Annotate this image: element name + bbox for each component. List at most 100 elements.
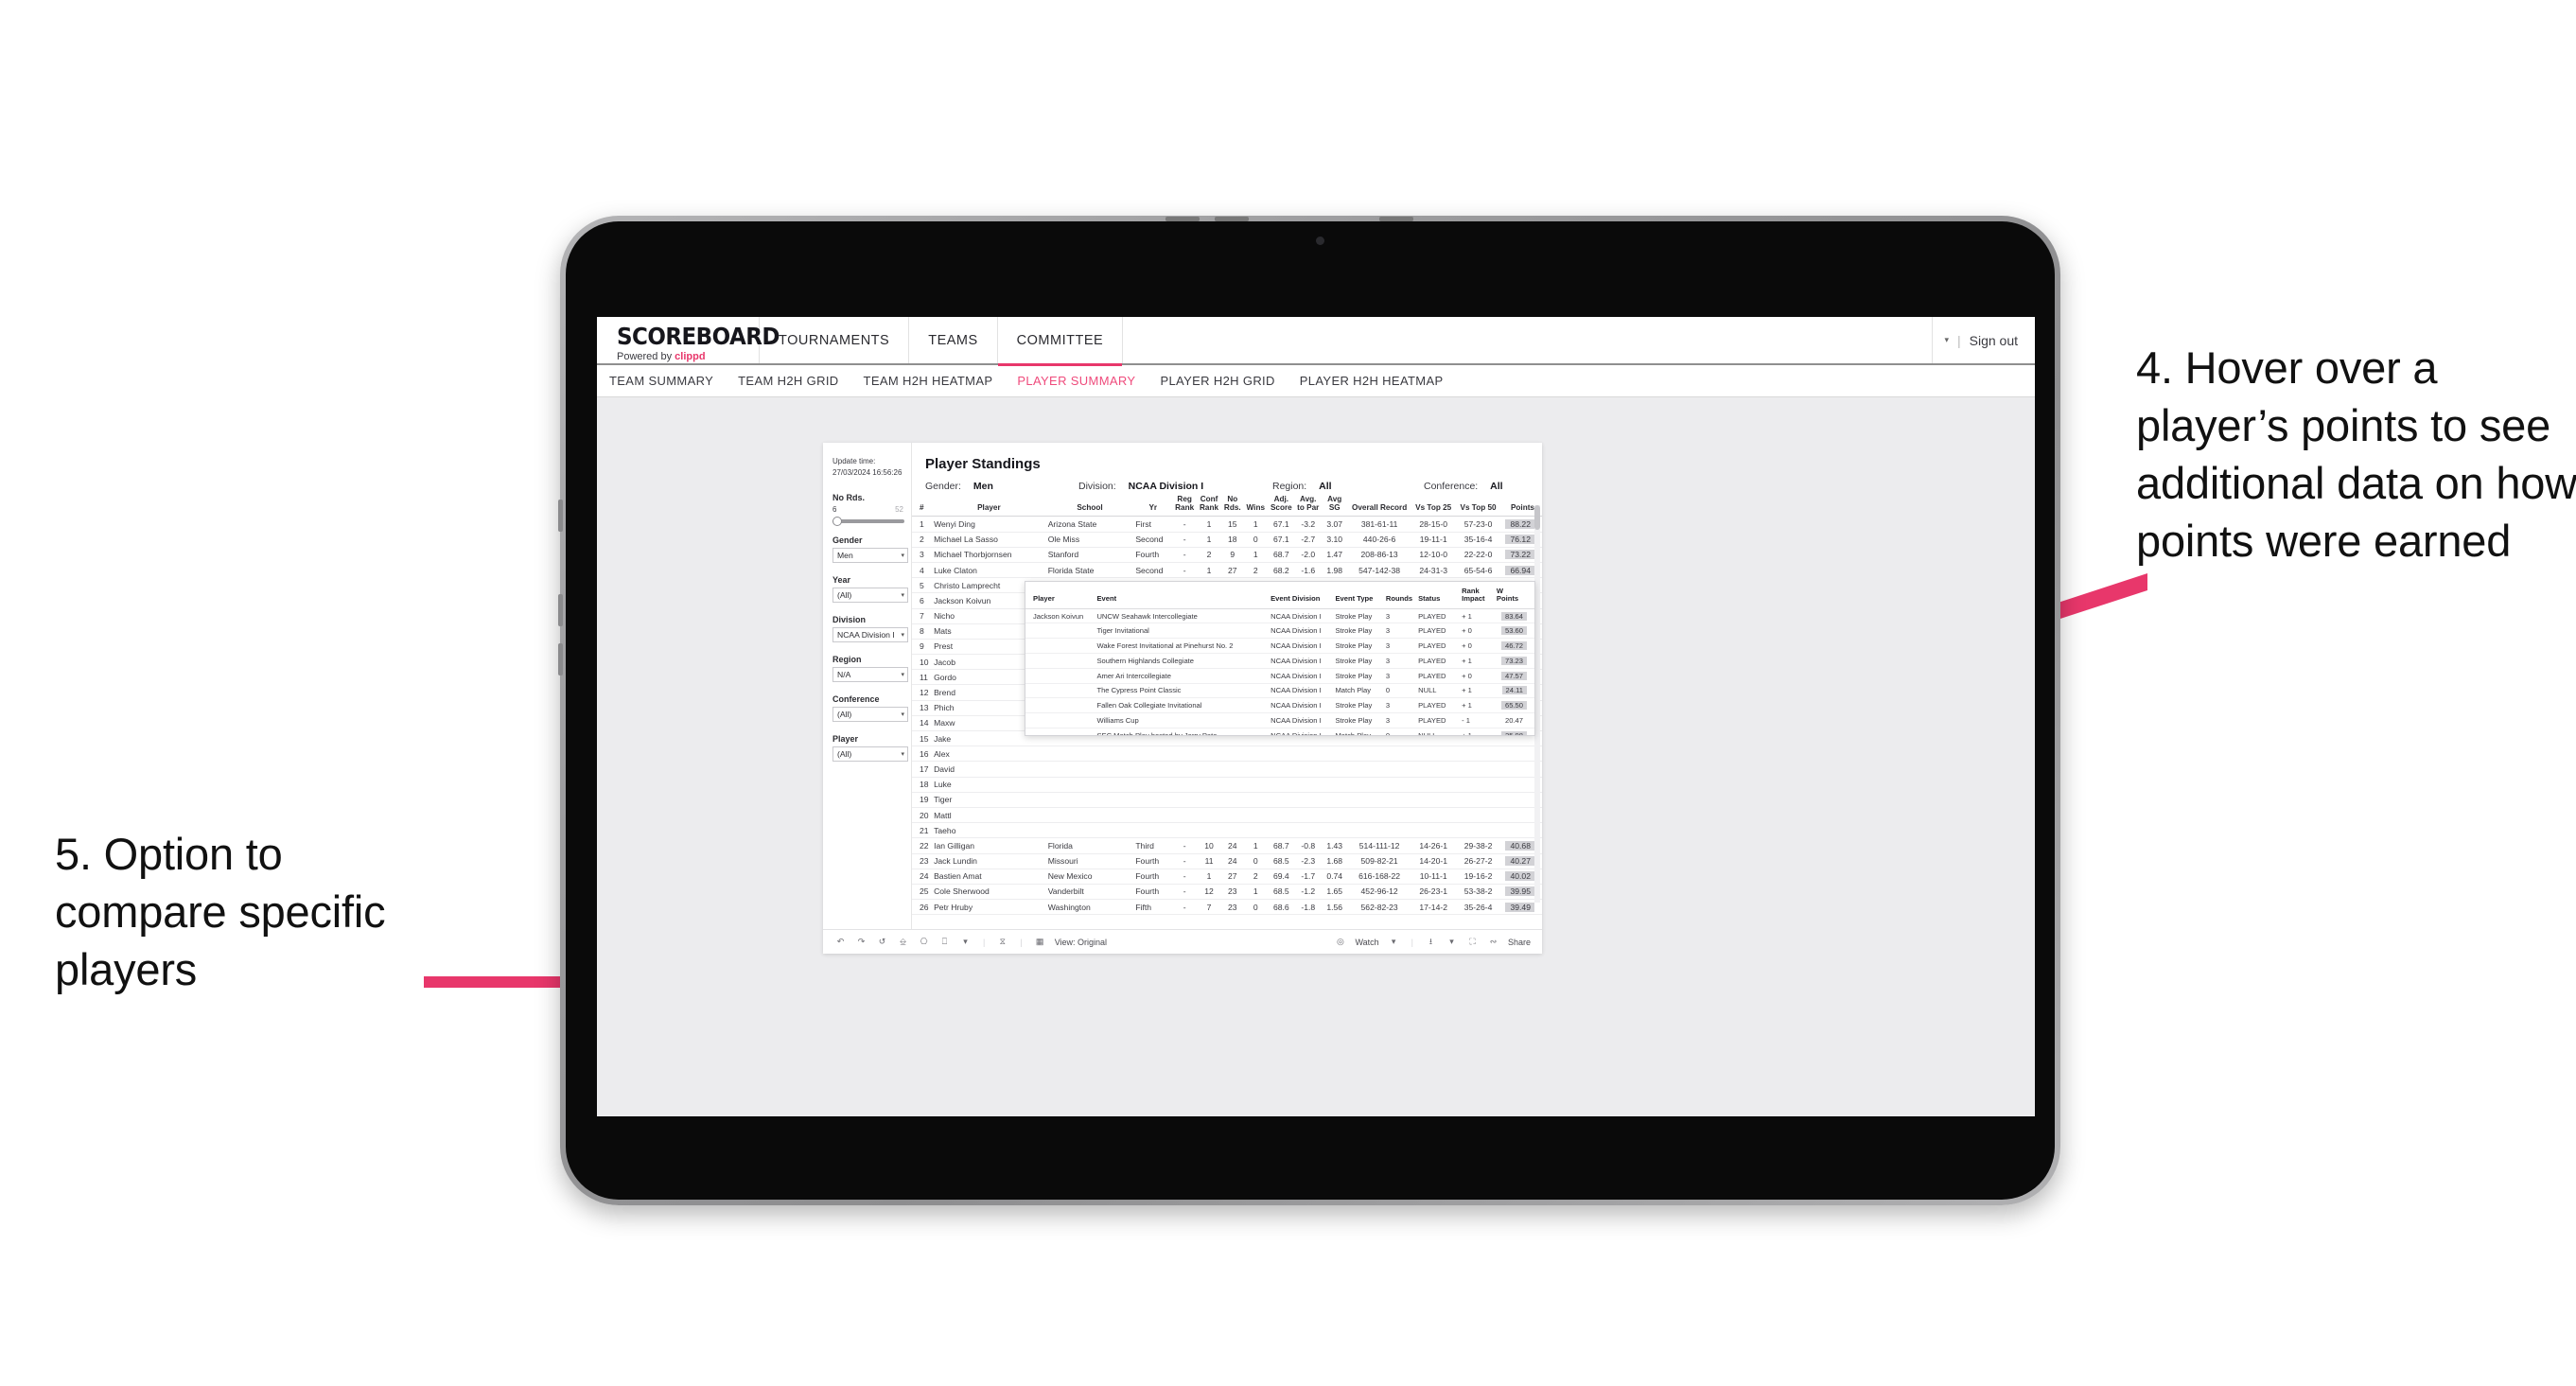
table-row[interactable]: 4 Luke Claton Florida State Second -1 27 2 68.2… [912, 562, 1542, 579]
cell-overall-record: 514-111-12 [1347, 837, 1411, 854]
points-value[interactable]: 40.27 [1505, 856, 1534, 867]
cell-school: Florida [1045, 837, 1134, 854]
tt-cell-event-type: Stroke Play [1332, 697, 1383, 714]
col-reg-rank[interactable]: Reg Rank [1172, 492, 1198, 518]
col-vs-top-50[interactable]: Vs Top 50 [1455, 492, 1501, 518]
table-row[interactable]: 16 Alex [912, 746, 1542, 763]
cell-wins: 1 [1243, 837, 1268, 854]
sign-out-link[interactable]: Sign out [1970, 333, 2018, 348]
col-overall-record[interactable]: Overall Record [1347, 492, 1411, 518]
tt-cell-rounds: 3 [1382, 697, 1416, 714]
table-row[interactable]: 3 Michael Thorbjornsen Stanford Fourth -2 9 1 6… [912, 547, 1542, 563]
fullscreen-icon[interactable]: ⛶ [1466, 936, 1479, 948]
col-rank[interactable]: # [912, 492, 933, 518]
col-vs-top-25[interactable]: Vs Top 25 [1411, 492, 1456, 518]
tab-player-summary[interactable]: PLAYER SUMMARY [1017, 374, 1135, 388]
side-button-1[interactable] [558, 500, 563, 532]
cell-yr: Fourth [1133, 853, 1173, 869]
cell-no-rds [1220, 761, 1244, 778]
tab-team-h2h-grid[interactable]: TEAM H2H GRID [738, 374, 838, 388]
brand-logo[interactable]: SCOREBOARD Powered by clippd [597, 317, 780, 363]
cell-avg-sg: 3.07 [1321, 516, 1348, 533]
app-top-navigation: SCOREBOARD Powered by clippd TOURNAMENTS… [597, 317, 2035, 366]
filter-conference-dropdown[interactable]: (All) ▾ [832, 707, 908, 723]
cell-vs-top-50 [1455, 792, 1501, 808]
revert-icon[interactable]: ↺ [876, 936, 888, 948]
points-value[interactable]: 40.02 [1505, 871, 1534, 882]
slider-handle[interactable] [832, 517, 842, 527]
points-value[interactable]: 40.68 [1505, 840, 1534, 851]
table-row[interactable]: 24 Bastien Amat New Mexico Fourth -1 27 2 69.4-… [912, 868, 1542, 885]
view-original-label[interactable]: View: Original [1055, 938, 1107, 947]
col-avg-sg[interactable]: Avg SG [1321, 492, 1348, 518]
cell-overall-record: 616-168-22 [1347, 868, 1411, 885]
tab-player-h2h-grid[interactable]: PLAYER H2H GRID [1160, 374, 1274, 388]
tt-cell-rank-impact: + 0 [1459, 623, 1494, 640]
undo-icon[interactable]: ↶ [834, 936, 847, 948]
cell-vs-top-50 [1455, 777, 1501, 793]
meta-division: Division: NCAA Division I [1078, 481, 1263, 492]
col-school[interactable]: School [1045, 492, 1134, 518]
chevron-down-icon[interactable]: ▾ [1388, 936, 1400, 948]
pause-updates-icon[interactable]: ⎔ [918, 936, 930, 948]
alert-clock-icon[interactable]: ⧖ [996, 936, 1008, 948]
col-no-rds[interactable]: No Rds. [1220, 492, 1244, 518]
filter-division-dropdown[interactable]: NCAA Division I ▾ [832, 627, 908, 643]
share-icon[interactable]: ∾ [1487, 936, 1499, 948]
custom-view-icon[interactable]: ⎕ [938, 936, 951, 948]
redo-icon[interactable]: ↷ [855, 936, 867, 948]
points-value[interactable]: 66.94 [1505, 565, 1534, 575]
table-row[interactable]: 21 Taeho [912, 822, 1542, 839]
table-row[interactable]: 20 Mattl [912, 807, 1542, 824]
points-value[interactable]: 39.95 [1505, 886, 1534, 897]
nav-item-tournaments[interactable]: TOURNAMENTS [760, 317, 910, 363]
view-original-icon[interactable]: ▦ [1034, 936, 1046, 948]
side-button-3[interactable] [558, 643, 563, 675]
download-icon[interactable]: ⭳ [1425, 936, 1437, 948]
points-value[interactable]: 88.22 [1505, 518, 1534, 529]
cell-adj-score [1267, 822, 1295, 839]
table-row[interactable]: 25 Cole Sherwood Vanderbilt Fourth -12 23 1 68.… [912, 884, 1542, 901]
nav-item-teams[interactable]: TEAMS [909, 317, 998, 363]
points-value[interactable]: 39.49 [1505, 902, 1534, 912]
cell-avg-sg: 1.56 [1321, 899, 1348, 916]
filter-year-dropdown[interactable]: (All) ▾ [832, 588, 908, 604]
col-adj-score[interactable]: Adj. Score [1267, 492, 1295, 518]
nav-item-committee[interactable]: COMMITTEE [997, 317, 1124, 366]
chevron-down-icon[interactable]: ▾ [1446, 936, 1458, 948]
table-row[interactable]: 1 Wenyi Ding Arizona State First -1 15 1 67.1 -3… [912, 516, 1542, 533]
filter-region-dropdown[interactable]: N/A ▾ [832, 667, 908, 683]
chevron-down-icon[interactable]: ▾ [1944, 335, 1949, 345]
points-value[interactable]: 73.22 [1505, 550, 1534, 560]
tab-player-h2h-heatmap[interactable]: PLAYER H2H HEATMAP [1300, 374, 1444, 388]
tab-team-summary[interactable]: TEAM SUMMARY [609, 374, 713, 388]
table-row[interactable]: 26 Petr Hruby Washington Fifth -7 23 0 68.6 -1.8… [912, 899, 1542, 916]
watch-label[interactable]: Watch [1355, 938, 1378, 947]
table-row[interactable]: 17 David [912, 761, 1542, 778]
col-avg-to-par[interactable]: Avg. to Par [1294, 492, 1322, 518]
side-button-2[interactable] [558, 594, 563, 626]
col-yr[interactable]: Yr [1133, 492, 1173, 518]
cell-overall-record: 547-142-38 [1347, 562, 1411, 579]
col-wins[interactable]: Wins [1243, 492, 1268, 518]
col-player[interactable]: Player [932, 492, 1046, 518]
cell-vs-top-50: 35-16-4 [1455, 532, 1501, 548]
table-row[interactable]: 23 Jack Lundin Missouri Fourth -11 24 0 68.5 -2.… [912, 853, 1542, 869]
cell-reg-rank: - [1172, 884, 1198, 901]
tab-team-h2h-heatmap[interactable]: TEAM H2H HEATMAP [864, 374, 993, 388]
chevron-down-icon[interactable]: ▾ [959, 936, 972, 948]
slider-track[interactable] [832, 517, 904, 527]
filter-player-dropdown[interactable]: (All) ▾ [832, 746, 908, 763]
watch-icon[interactable]: ◎ [1334, 936, 1346, 948]
refresh-data-icon[interactable]: ⎒ [897, 936, 909, 948]
table-row[interactable]: 2 Michael La Sasso Ole Miss Second -1 18 0 67.1… [912, 532, 1542, 548]
table-row[interactable]: 18 Luke [912, 777, 1542, 793]
share-label[interactable]: Share [1508, 938, 1531, 947]
table-row[interactable]: 22 Ian Gilligan Florida Third -10 24 1 68.7 -0.8… [912, 837, 1542, 854]
points-value[interactable]: 76.12 [1505, 535, 1534, 545]
scrollbar-thumb[interactable] [1534, 505, 1540, 530]
col-conf-rank[interactable]: Conf Rank [1197, 492, 1221, 518]
cell-avg-to-par: -2.0 [1294, 547, 1322, 563]
filter-gender-dropdown[interactable]: Men ▾ [832, 548, 908, 564]
table-row[interactable]: 19 Tiger [912, 792, 1542, 808]
